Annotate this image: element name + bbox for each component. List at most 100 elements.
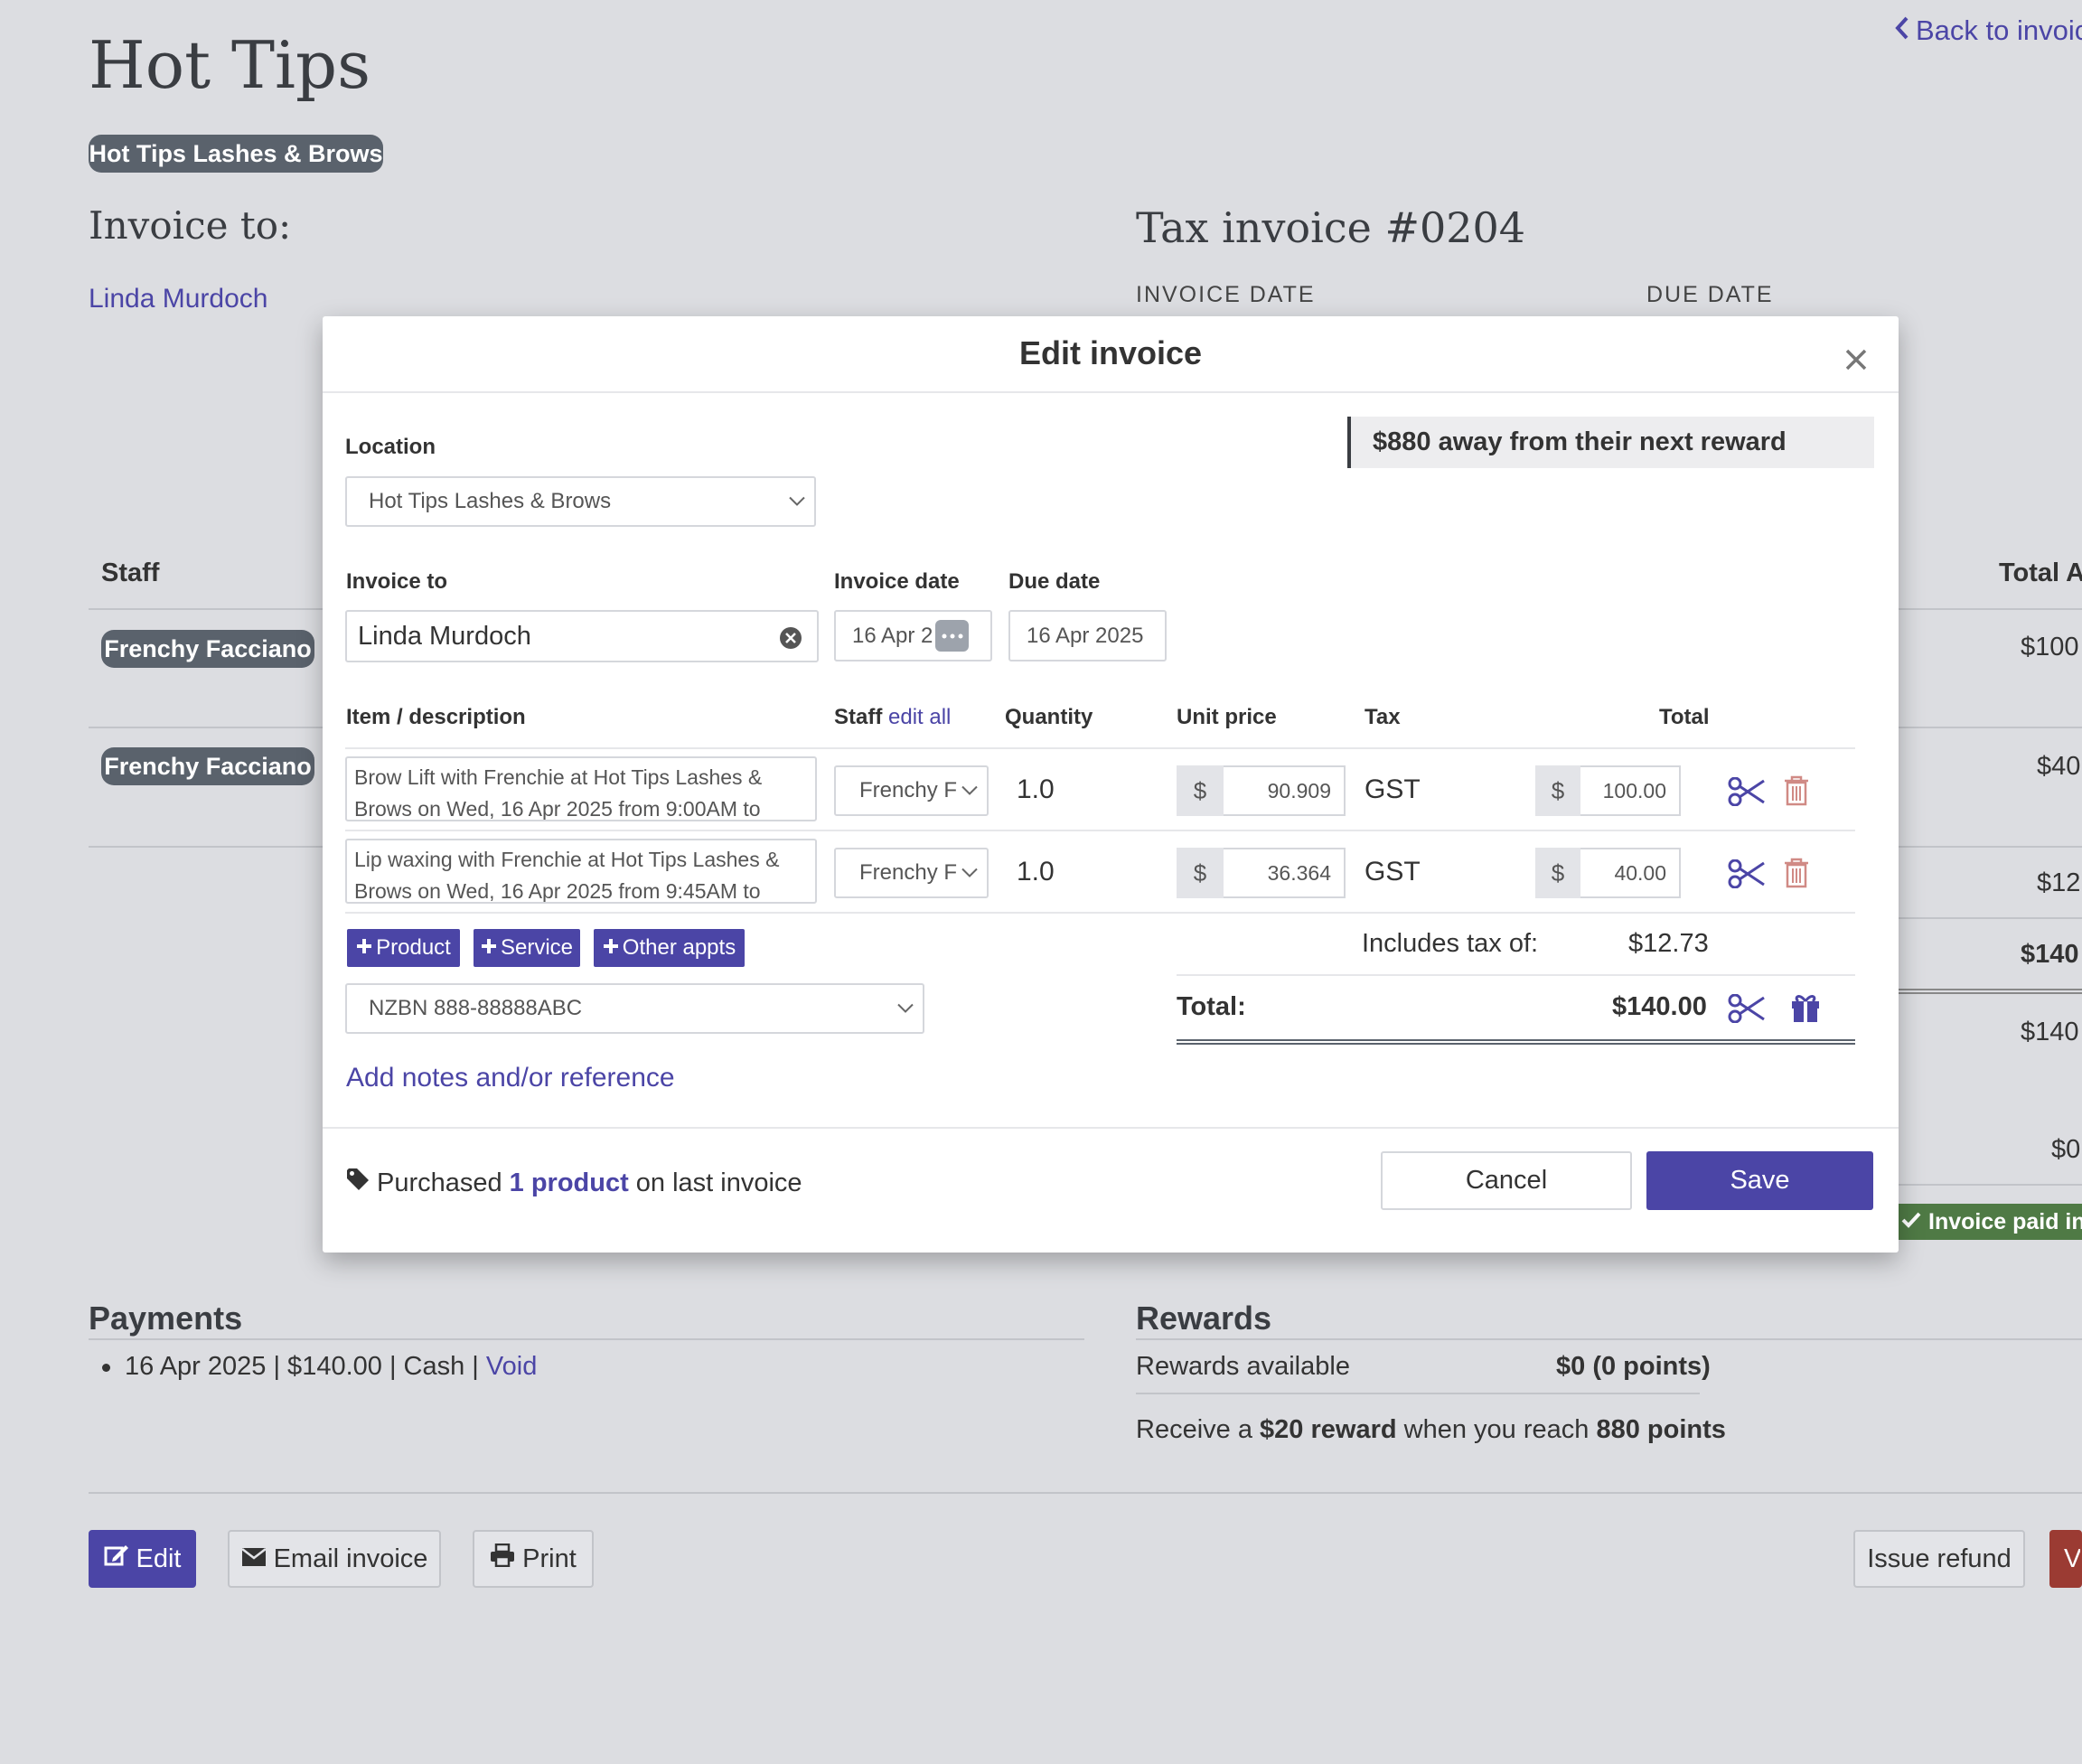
add-service-button[interactable]: Service [474,929,580,967]
clear-icon[interactable] [779,626,802,657]
envelope-icon [240,1544,267,1574]
add-notes-link[interactable]: Add notes and/or reference [346,1063,675,1093]
plus-icon [356,935,372,961]
chevron-down-icon [961,780,978,802]
client-input[interactable]: Linda Murdoch [345,610,819,662]
edit-all-staff-link[interactable]: edit all [888,705,951,729]
invoice-date-input[interactable]: 16 Apr 2 [834,610,992,662]
staff-badge: Frenchy Facciano [101,630,314,668]
staff-select[interactable]: Frenchy F [834,765,989,816]
paid-status-badge: Invoice paid in [1896,1204,2082,1240]
invoice-date-label: INVOICE DATE [1136,282,1316,307]
client-link[interactable]: Linda Murdoch [89,284,267,314]
tax-value: GST [1365,774,1421,804]
cancel-button[interactable]: Cancel [1381,1151,1632,1210]
line-total-input[interactable]: 40.00 [1580,848,1681,898]
item-column-header: Item / description [346,705,526,729]
due-date-label: Due date [1008,569,1101,594]
trash-icon[interactable] [1783,858,1810,888]
purchase-history-note: Purchased 1 product on last invoice [346,1168,802,1198]
currency-addon: $ [1177,765,1224,816]
scissors-icon[interactable] [1728,859,1766,888]
plus-icon [481,935,497,961]
add-other-appts-button[interactable]: Other appts [594,929,745,967]
edit-button[interactable]: Edit [89,1530,196,1588]
rewards-available-label: Rewards available [1136,1352,1350,1381]
email-invoice-button[interactable]: Email invoice [228,1530,441,1588]
divider [1896,917,2082,919]
void-payment-link[interactable]: Void [486,1352,537,1381]
bullet [102,1363,110,1372]
rewards-available-value: $0 (0 points) [1556,1352,1711,1381]
more-icon[interactable] [935,620,969,652]
quantity-value[interactable]: 1.0 [1017,774,1055,805]
edit-icon [104,1544,129,1574]
line-amount: $100 [2021,633,2079,662]
divider [345,747,1855,749]
tax-value: GST [1365,857,1421,887]
item-description-textarea[interactable]: Lip waxing with Frenchie at Hot Tips Las… [345,839,817,904]
location-select[interactable]: Hot Tips Lashes & Brows [345,476,816,527]
item-description-textarea[interactable]: Brow Lift with Frenchie at Hot Tips Lash… [345,756,817,821]
divider [89,1338,1084,1340]
rewards-heading: Rewards [1136,1300,1272,1337]
issue-refund-button[interactable]: Issue refund [1853,1530,2025,1588]
check-icon [1901,1209,1921,1235]
invoice-to-label: Invoice to [346,569,448,594]
purchased-product-link[interactable]: 1 product [510,1168,629,1198]
staff-column-header: Staff [101,558,160,587]
includes-tax-label: Includes tax of: [1362,929,1539,958]
total-value: $140.00 [1612,992,1707,1021]
chevron-down-icon [789,492,805,512]
divider [1177,974,1855,976]
tag-icon [346,1168,370,1198]
total-double-divider [1177,1039,1855,1045]
currency-addon: $ [1535,848,1580,898]
back-to-invoices-link[interactable]: Back to invoic [1894,14,2082,47]
divider [89,1492,2082,1494]
reward-notice: $880 away from their next reward [1347,417,1874,468]
divider [345,912,1855,914]
due-date-label: DUE DATE [1646,282,1774,307]
divider [323,1127,1899,1129]
divider [1896,1184,2082,1186]
quantity-value[interactable]: 1.0 [1017,857,1055,887]
close-icon[interactable] [1844,340,1868,380]
save-button[interactable]: Save [1646,1151,1873,1210]
includes-tax-value: $12.73 [1628,929,1709,958]
chevron-down-icon [897,999,914,1019]
quantity-column-header: Quantity [1005,705,1093,729]
gift-icon[interactable] [1790,992,1821,1023]
scissors-icon[interactable] [1728,994,1766,1023]
unit-price-input[interactable]: 90.909 [1224,765,1346,816]
total-label: Total: [1177,992,1246,1021]
scissors-icon[interactable] [1728,777,1766,806]
unit-price-input[interactable]: 36.364 [1224,848,1346,898]
staff-select[interactable]: Frenchy F [834,848,989,898]
location-label: Location [345,435,436,459]
summary-amount: $12 [2037,868,2081,897]
invoice-to-heading: Invoice to: [89,203,292,248]
invoice-date-label: Invoice date [834,569,960,594]
location-badge: Hot Tips Lashes & Brows [89,135,383,173]
summary-amount: $140 [2021,1018,2079,1046]
payments-heading: Payments [89,1300,243,1337]
divider [1136,1338,2082,1340]
line-total-input[interactable]: 100.00 [1580,765,1681,816]
summary-amount: $0 [2051,1135,2081,1164]
add-product-button[interactable]: Product [347,929,460,967]
divider [1136,1393,1700,1394]
payment-line: 16 Apr 2025 | $140.00 | Cash | Void [102,1352,537,1382]
due-date-input[interactable]: 16 Apr 2025 [1008,610,1167,662]
double-divider [1896,989,2082,994]
tax-invoice-heading: Tax invoice #0204 [1136,203,1526,252]
modal-title: Edit invoice [1018,334,1203,371]
trash-icon[interactable] [1783,775,1810,806]
reward-progress-text: Receive a $20 reward when you reach 880 … [1136,1415,1726,1444]
print-button[interactable]: Print [473,1530,594,1588]
edit-invoice-modal: Edit invoice $880 away from their next r… [323,316,1899,1253]
line-amount: $40 [2037,752,2081,781]
business-number-select[interactable]: NZBN 888-88888ABC [345,983,924,1034]
void-invoice-button[interactable]: V [2049,1530,2082,1588]
total-column-header: Total [1659,705,1710,729]
